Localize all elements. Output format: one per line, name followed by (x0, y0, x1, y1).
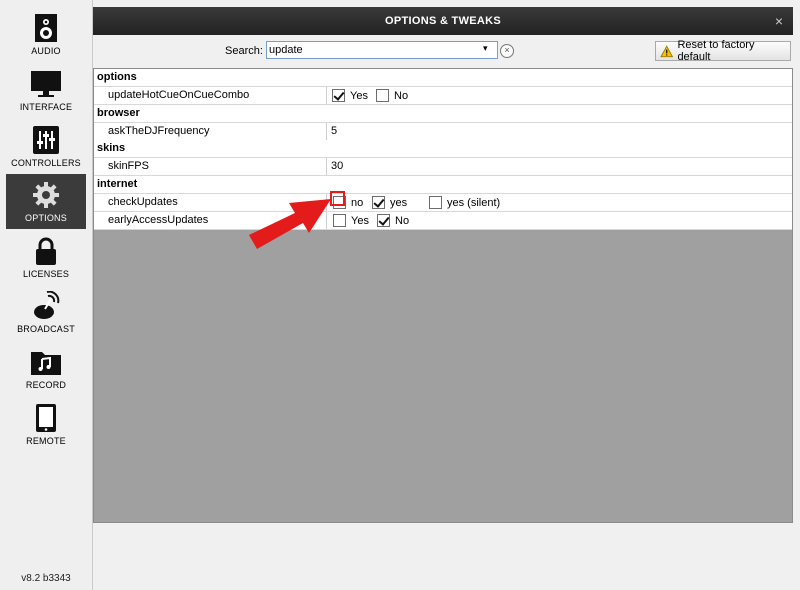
table-row: earlyAccessUpdates Yes No (94, 212, 792, 230)
section-title: browser (97, 107, 140, 119)
table-row: checkUpdates no yes yes (silent) (94, 194, 792, 212)
option-name: askTheDJFrequency (108, 125, 210, 137)
option-yes[interactable]: yes (372, 195, 407, 210)
section-header-options: options (94, 69, 792, 87)
sidebar-item-label: RECORD (25, 380, 67, 390)
sidebar-item-label: BROADCAST (17, 324, 75, 334)
sidebar-item-interface[interactable]: INTERFACE (6, 63, 86, 118)
monitor-icon (31, 71, 61, 97)
sidebar-item-remote[interactable]: REMOTE (6, 397, 86, 452)
music-folder-icon (31, 352, 61, 375)
broadcast-icon (34, 291, 60, 319)
options-panel: OPTIONS & TWEAKS × Search: ▾ × Reset to … (93, 0, 800, 590)
no-label: No (395, 214, 410, 227)
option-no[interactable]: No (376, 88, 408, 103)
sidebar-item-label: CONTROLLERS (11, 158, 81, 168)
option-yes-silent[interactable]: yes (silent) (429, 195, 500, 210)
sidebar-item-label: OPTIONS (25, 213, 67, 223)
yes-checkbox[interactable] (332, 89, 345, 102)
sidebar-item-audio[interactable]: AUDIO (6, 7, 86, 62)
sidebar-item-label: AUDIO (31, 46, 61, 56)
option-name: earlyAccessUpdates (108, 214, 209, 226)
yes-label: yes (390, 196, 408, 209)
sidebar-item-record[interactable]: RECORD (6, 341, 86, 396)
warning-icon (660, 44, 674, 57)
search-label: Search: (225, 45, 263, 57)
yes-label: Yes (350, 89, 368, 102)
section-header-skins: skins (94, 140, 792, 158)
close-icon[interactable]: × (775, 13, 783, 29)
sidebar-item-options[interactable]: OPTIONS (6, 174, 86, 229)
yes-silent-label: yes (silent) (447, 196, 501, 209)
lock-icon (36, 237, 56, 265)
option-value[interactable]: 30 (331, 160, 343, 172)
section-title: options (97, 71, 137, 83)
sidebar-item-label: LICENSES (22, 269, 70, 279)
yes-silent-checkbox[interactable] (429, 196, 442, 209)
title-bar: OPTIONS & TWEAKS × (93, 7, 793, 35)
tablet-icon (36, 404, 56, 432)
red-arrow-icon (249, 199, 331, 249)
speaker-icon (35, 14, 57, 42)
sidebar-item-broadcast[interactable]: BROADCAST (6, 285, 86, 340)
yes-checkbox[interactable] (372, 196, 385, 209)
section-title: skins (97, 142, 126, 154)
sliders-icon (33, 126, 59, 154)
chevron-down-icon[interactable]: ▾ (483, 43, 488, 54)
sidebar-item-licenses[interactable]: LICENSES (6, 230, 86, 285)
option-value[interactable]: 5 (331, 125, 337, 137)
sidebar-item-label: REMOTE (26, 436, 66, 446)
no-checkbox[interactable] (377, 214, 390, 227)
no-label: no (351, 196, 364, 209)
clear-search-icon[interactable]: × (500, 44, 514, 58)
gear-icon (33, 182, 59, 208)
window-title: OPTIONS & TWEAKS (384, 15, 502, 27)
section-header-internet: internet (94, 176, 792, 194)
table-row: skinFPS 30 (94, 158, 792, 176)
reset-factory-default-button[interactable]: Reset to factory default (655, 39, 791, 63)
option-no[interactable]: No (377, 213, 409, 228)
table-row: askTheDJFrequency 5 (94, 123, 792, 141)
yes-label: Yes (351, 214, 369, 227)
section-title: internet (97, 178, 138, 190)
sidebar-item-controllers[interactable]: CONTROLLERS (6, 119, 86, 174)
sidebar: AUDIO INTERFACE CONTROLLERS OPTIONS LICE… (0, 0, 93, 590)
option-name: skinFPS (108, 160, 149, 172)
table-row: updateHotCueOnCueCombo Yes No (94, 87, 792, 105)
section-header-browser: browser (94, 105, 792, 123)
option-name: checkUpdates (108, 196, 178, 208)
search-input[interactable] (266, 41, 498, 59)
no-checkbox[interactable] (376, 89, 389, 102)
version-label: v8.2 b3343 (21, 573, 71, 584)
options-table: options updateHotCueOnCueCombo Yes No br… (93, 68, 793, 523)
no-label: No (394, 89, 409, 102)
option-name: updateHotCueOnCueCombo (108, 89, 250, 101)
search-bar: Search: ▾ × Reset to factory default (93, 39, 793, 63)
sidebar-item-label: INTERFACE (19, 102, 73, 112)
option-yes[interactable]: Yes (332, 88, 368, 103)
reset-label: Reset to factory default (677, 39, 755, 63)
